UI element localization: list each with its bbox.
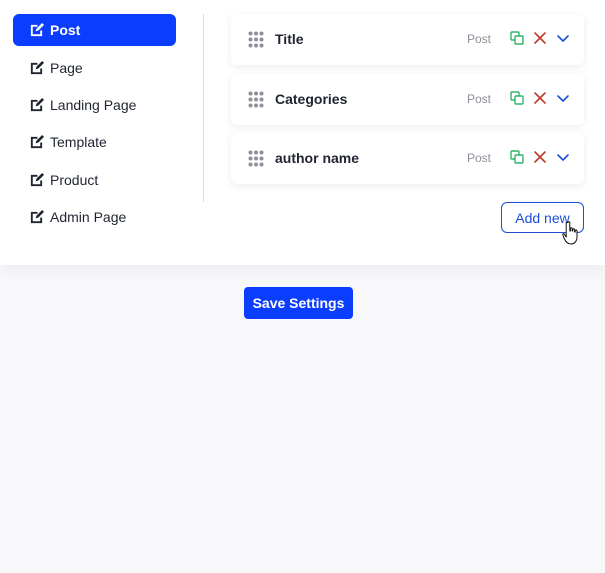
sidebar-item-page[interactable]: Page bbox=[13, 52, 176, 84]
edit-icon bbox=[30, 172, 44, 187]
edit-icon bbox=[30, 22, 44, 37]
sidebar-item-label: Page bbox=[50, 60, 83, 76]
sidebar-item-landing-page[interactable]: Landing Page bbox=[13, 89, 176, 121]
chevron-down-icon[interactable] bbox=[556, 91, 570, 105]
vertical-divider bbox=[203, 14, 204, 202]
field-title: author name bbox=[275, 150, 360, 166]
sidebar-item-template[interactable]: Template bbox=[13, 126, 176, 158]
field-row: author name Post bbox=[231, 133, 584, 184]
drag-handle-icon[interactable] bbox=[248, 31, 264, 48]
sidebar-item-post[interactable]: Post bbox=[13, 14, 176, 46]
duplicate-icon[interactable] bbox=[510, 91, 524, 105]
edit-icon bbox=[30, 60, 44, 75]
drag-handle-icon[interactable] bbox=[248, 91, 264, 108]
field-row: Title Post bbox=[231, 14, 584, 65]
sidebar-item-product[interactable]: Product bbox=[13, 164, 176, 196]
sidebar-item-admin-page[interactable]: Admin Page bbox=[13, 201, 176, 233]
field-title: Title bbox=[275, 31, 304, 47]
field-type: Post bbox=[467, 151, 492, 165]
sidebar-item-label: Admin Page bbox=[50, 209, 127, 225]
duplicate-icon[interactable] bbox=[510, 31, 524, 45]
save-settings-button[interactable]: Save Settings bbox=[244, 287, 353, 319]
settings-panel: Post Page Landing Page Template Product … bbox=[0, 0, 605, 265]
duplicate-icon[interactable] bbox=[510, 150, 524, 164]
edit-icon bbox=[30, 209, 44, 224]
drag-handle-icon[interactable] bbox=[248, 150, 264, 167]
close-icon[interactable] bbox=[533, 91, 547, 105]
close-icon[interactable] bbox=[533, 150, 547, 164]
edit-icon bbox=[30, 97, 44, 112]
field-type: Post bbox=[467, 92, 492, 106]
edit-icon bbox=[30, 134, 44, 149]
field-title: Categories bbox=[275, 91, 348, 107]
chevron-down-icon[interactable] bbox=[556, 150, 570, 164]
sidebar-item-label: Product bbox=[50, 172, 99, 188]
sidebar-item-label: Post bbox=[50, 22, 81, 38]
sidebar-item-label: Landing Page bbox=[50, 97, 137, 113]
chevron-down-icon[interactable] bbox=[556, 31, 570, 45]
sidebar-item-label: Template bbox=[50, 134, 107, 150]
add-new-button[interactable]: Add new bbox=[501, 202, 584, 233]
close-icon[interactable] bbox=[533, 31, 547, 45]
field-row: Categories Post bbox=[231, 74, 584, 125]
field-type: Post bbox=[467, 32, 492, 46]
